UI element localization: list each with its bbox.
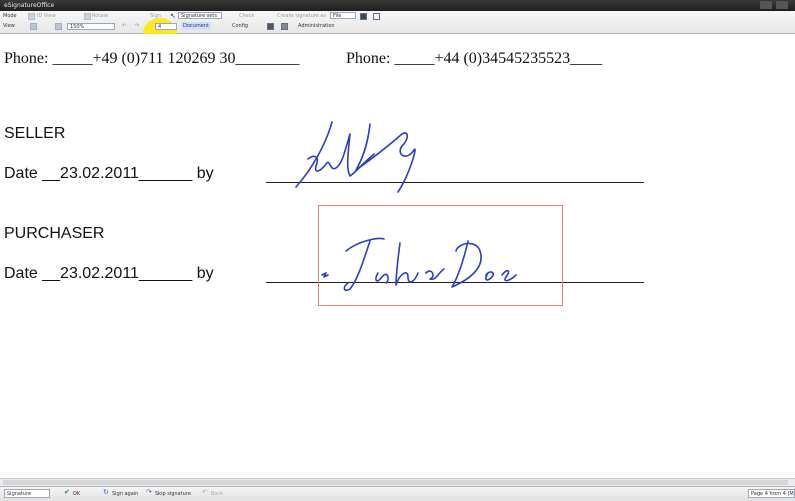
page-info: Page 4 from 4 (Mo	[748, 489, 795, 498]
seller-signature	[295, 121, 416, 193]
view-button[interactable]: View	[3, 22, 15, 30]
config-button[interactable]: Config	[232, 22, 248, 30]
sign-again-icon[interactable]: ↻	[103, 488, 109, 496]
scrollbar-thumb[interactable]	[3, 480, 788, 485]
create-signature-as-label: Create signature as	[277, 13, 327, 19]
phone-right: Phone: _____+44 (0)34545235523____	[346, 50, 603, 67]
next-page-icon[interactable]: ↷	[135, 22, 139, 30]
camera-icon[interactable]	[267, 23, 274, 30]
settings-icon[interactable]	[281, 23, 288, 30]
phone-left: Phone: _____+49 (0)711 120269 30________	[4, 50, 300, 67]
signature-field-select[interactable]: Signature	[4, 489, 50, 498]
id-view-icon[interactable]	[28, 13, 35, 20]
mode-button[interactable]: Mode	[3, 12, 17, 20]
cursor-arrow-icon: ↖	[170, 12, 176, 20]
back-icon[interactable]: ↶	[202, 488, 208, 496]
zoom-select[interactable]: 150%	[67, 23, 115, 30]
skip-signature-icon[interactable]: ↷	[146, 488, 152, 496]
rotate-icon[interactable]	[84, 13, 91, 20]
export-icon[interactable]	[373, 13, 380, 20]
signature-sets-select[interactable]: Signature sets	[178, 12, 222, 19]
document-page: Phone: _____+49 (0)711 120269 30________…	[0, 34, 795, 482]
seller-label: SELLER	[4, 125, 66, 142]
purchaser-signature	[321, 237, 517, 292]
window-titlebar: eSignatureOffice	[0, 0, 795, 11]
purchaser-label: PURCHASER	[4, 225, 105, 242]
administration-button[interactable]: Administration	[298, 22, 335, 30]
sign-button[interactable]: Sign	[150, 12, 161, 20]
signing-statusbar: Signature ✔ OK ↻ Sign again ↷ Skip signa…	[0, 486, 795, 501]
sign-again-button[interactable]: Sign again	[112, 490, 138, 498]
close-icon[interactable]	[776, 1, 788, 9]
seller-date: Date __23.02.2011______ by	[4, 165, 214, 182]
purchaser-date: Date __23.02.2011______ by	[4, 265, 214, 282]
save-icon[interactable]	[360, 13, 367, 20]
back-button[interactable]: Back	[211, 490, 223, 498]
create-as-select[interactable]: File	[330, 12, 356, 19]
ok-check-icon[interactable]: ✔	[64, 488, 70, 496]
rotate-button[interactable]: Rotate	[92, 12, 108, 20]
ok-button[interactable]: OK	[73, 490, 80, 498]
zoom-in-icon[interactable]	[55, 23, 62, 30]
prev-page-icon[interactable]: ↶	[122, 22, 126, 30]
check-button[interactable]: Check	[239, 12, 254, 20]
page-number-input[interactable]: 4	[155, 23, 177, 30]
window-title: eSignatureOffice	[4, 2, 55, 9]
main-toolbar: Mode View ID View Rotate 150% ↶ ↷ 4 Docu…	[0, 11, 795, 48]
zoom-out-icon[interactable]	[30, 23, 37, 30]
minimize-icon[interactable]	[760, 1, 772, 9]
id-view-button[interactable]: ID View	[37, 12, 56, 20]
skip-signature-button[interactable]: Skip signature	[155, 490, 191, 498]
document-tab[interactable]: Document	[181, 22, 211, 30]
